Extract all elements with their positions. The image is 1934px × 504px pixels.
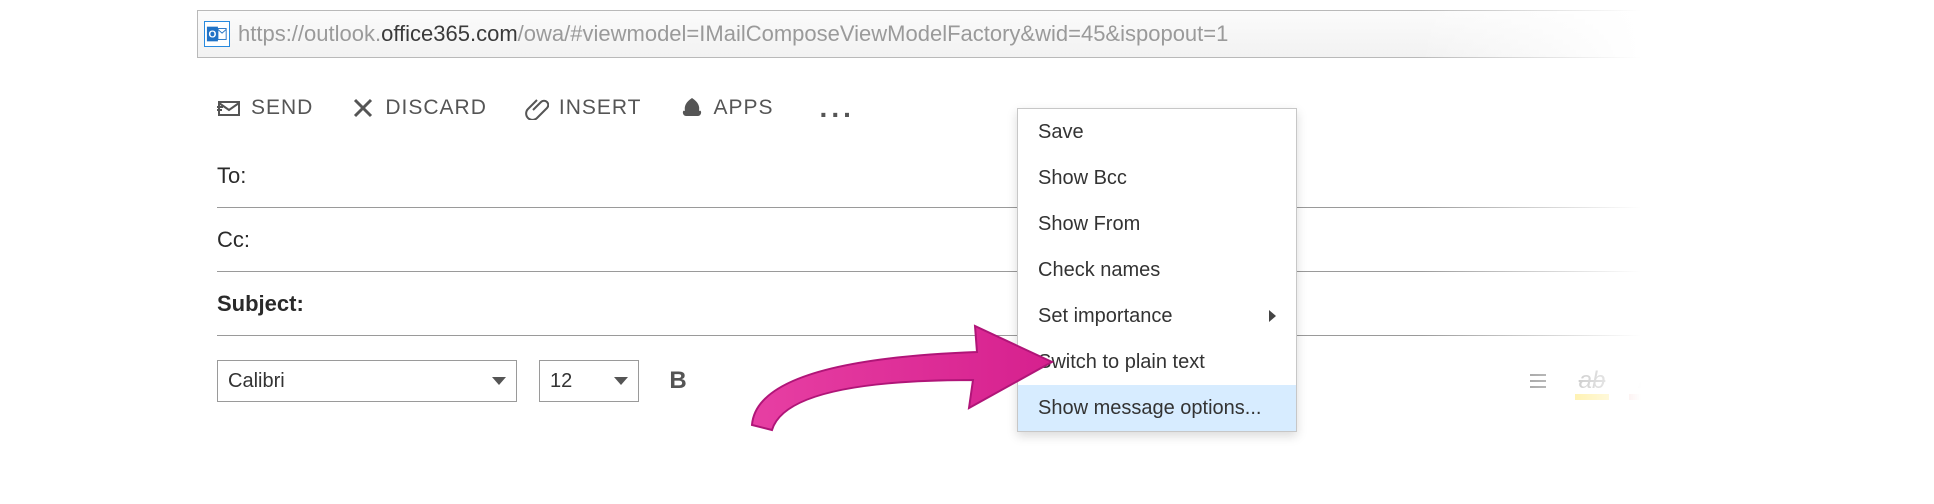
- cc-label: Cc:: [217, 227, 317, 253]
- svg-text:O: O: [208, 30, 216, 41]
- menu-item-label: Show From: [1038, 213, 1140, 236]
- discard-button[interactable]: DISCARD: [351, 96, 487, 120]
- compose-fields: To: Cc: Subject:: [197, 144, 1737, 336]
- font-family-dropdown[interactable]: Calibri: [217, 360, 517, 402]
- menu-item-show-message-options[interactable]: Show message options...: [1018, 385, 1296, 431]
- apps-icon: [680, 96, 704, 120]
- font-family-value: Calibri: [228, 370, 285, 393]
- font-color-glyph: A: [1637, 367, 1654, 395]
- insert-label: INSERT: [559, 96, 642, 120]
- font-size-dropdown[interactable]: 12: [539, 360, 639, 402]
- chevron-down-icon: [492, 377, 506, 385]
- apps-button[interactable]: APPS: [680, 96, 774, 120]
- menu-item-label: Check names: [1038, 259, 1160, 282]
- menu-item-show-from[interactable]: Show From: [1018, 201, 1296, 247]
- apps-label: APPS: [714, 96, 774, 120]
- paperclip-icon: [525, 96, 549, 120]
- send-icon: [217, 96, 241, 120]
- to-label: To:: [217, 163, 317, 189]
- menu-item-label: Save: [1038, 121, 1084, 144]
- subject-label: Subject:: [217, 291, 317, 317]
- to-row[interactable]: To:: [217, 144, 1717, 208]
- highlight-glyph: ab: [1579, 367, 1606, 395]
- clear-format-button[interactable]: A: [1683, 364, 1717, 398]
- chevron-down-icon: [614, 377, 628, 385]
- menu-item-show-bcc[interactable]: Show Bcc: [1018, 155, 1296, 201]
- more-actions-menu: Save Show Bcc Show From Check names Set impo…: [1017, 108, 1297, 432]
- font-color-button[interactable]: A: [1629, 364, 1663, 398]
- menu-item-check-names[interactable]: Check names: [1018, 247, 1296, 293]
- font-size-value: 12: [550, 370, 572, 393]
- list-button[interactable]: [1521, 364, 1555, 398]
- chevron-right-icon: [1269, 310, 1276, 322]
- url-text: https://outlook.office365.com/owa/#viewm…: [238, 21, 1228, 47]
- bold-button[interactable]: B: [661, 364, 695, 398]
- insert-button[interactable]: INSERT: [525, 96, 642, 120]
- menu-item-label: Set importance: [1038, 305, 1173, 328]
- subject-row[interactable]: Subject:: [217, 272, 1717, 336]
- menu-item-switch-to-plain-text[interactable]: Switch to plain text: [1018, 339, 1296, 385]
- more-actions-button[interactable]: ...: [812, 92, 863, 124]
- address-bar[interactable]: O https://outlook.office365.com/owa/#vie…: [197, 10, 1737, 58]
- format-toolbar: Calibri 12 B ab A A: [197, 336, 1737, 402]
- menu-item-label: Show Bcc: [1038, 167, 1127, 190]
- menu-item-set-importance[interactable]: Set importance: [1018, 293, 1296, 339]
- send-label: SEND: [251, 96, 313, 120]
- menu-item-label: Switch to plain text: [1038, 351, 1205, 374]
- menu-item-label: Show message options...: [1038, 397, 1261, 420]
- menu-item-save[interactable]: Save: [1018, 109, 1296, 155]
- cc-row[interactable]: Cc:: [217, 208, 1717, 272]
- discard-label: DISCARD: [385, 96, 487, 120]
- highlight-button[interactable]: ab: [1575, 364, 1609, 398]
- close-icon: [351, 96, 375, 120]
- outlook-favicon: O: [204, 21, 230, 47]
- compose-toolbar: SEND DISCARD INSERT APPS ...: [197, 58, 1737, 144]
- send-button[interactable]: SEND: [217, 96, 313, 120]
